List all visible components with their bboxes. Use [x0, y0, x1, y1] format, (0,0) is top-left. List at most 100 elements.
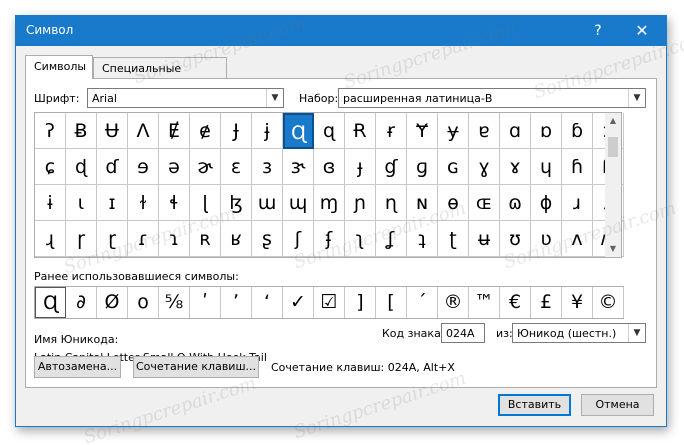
- symbol-cell[interactable]: ʈ: [438, 221, 469, 257]
- symbol-cell[interactable]: ɏ: [438, 113, 469, 149]
- symbol-cell[interactable]: ɴ: [407, 185, 438, 221]
- symbol-cell[interactable]: ɯ: [252, 185, 283, 221]
- symbol-cell[interactable]: ɩ: [66, 185, 97, 221]
- recent-symbol-cell[interactable]: ⅝: [159, 287, 190, 318]
- cancel-button[interactable]: Отмена: [581, 394, 654, 416]
- symbol-cell[interactable]: ɲ: [345, 185, 376, 221]
- symbol-cell[interactable]: ʇ: [407, 221, 438, 257]
- symbol-cell[interactable]: ʆ: [376, 221, 407, 257]
- symbol-cell[interactable]: ɰ: [283, 185, 314, 221]
- font-select[interactable]: Arial ▼: [87, 88, 284, 108]
- symbol-cell[interactable]: Ɇ: [159, 113, 190, 149]
- symbol-cell[interactable]: ɓ: [562, 113, 593, 149]
- symbol-cell[interactable]: ʁ: [221, 221, 252, 257]
- symbol-cell[interactable]: ɳ: [376, 185, 407, 221]
- autocorrect-button[interactable]: Автозамена...: [34, 356, 121, 378]
- recent-symbol-cell[interactable]: ˊ: [407, 287, 438, 318]
- recent-symbol-cell[interactable]: ʼ: [221, 287, 252, 318]
- shortcut-key-button[interactable]: Сочетание клавиш...: [133, 356, 259, 378]
- symbol-cell[interactable]: Ɍ: [345, 113, 376, 149]
- symbol-cell[interactable]: ʃ: [283, 221, 314, 257]
- chevron-down-icon[interactable]: ▼: [628, 324, 645, 342]
- recent-symbol-cell[interactable]: Ɋ: [35, 287, 66, 318]
- symbol-cell[interactable]: ɋ: [314, 113, 345, 149]
- symbol-cell[interactable]: ɶ: [469, 185, 500, 221]
- symbol-cell[interactable]: ʉ: [469, 221, 500, 257]
- char-code-input[interactable]: 024A: [441, 323, 485, 343]
- recent-symbol-cell[interactable]: ☑: [314, 287, 345, 318]
- recent-symbol-cell[interactable]: ʹ: [190, 287, 221, 318]
- symbol-cell[interactable]: ɼ: [66, 221, 97, 257]
- scrollbar-thumb[interactable]: [608, 137, 618, 157]
- symbol-cell[interactable]: ɉ: [252, 113, 283, 149]
- symbol-cell[interactable]: ɹ: [562, 185, 593, 221]
- symbol-cell[interactable]: ɦ: [562, 149, 593, 185]
- recent-symbol-cell[interactable]: €: [500, 287, 531, 318]
- symbol-cell[interactable]: Ɋ: [283, 113, 314, 149]
- recent-symbol-cell[interactable]: [: [376, 287, 407, 318]
- symbol-cell[interactable]: ɤ: [500, 149, 531, 185]
- symbol-cell[interactable]: ɐ: [469, 113, 500, 149]
- recent-symbol-cell[interactable]: ʻ: [252, 287, 283, 318]
- symbol-cell[interactable]: ɢ: [438, 149, 469, 185]
- symbol-cell[interactable]: Ƀ: [66, 113, 97, 149]
- chevron-down-icon[interactable]: ▼: [628, 89, 645, 107]
- symbol-cell[interactable]: ʀ: [190, 221, 221, 257]
- symbol-cell[interactable]: ɞ: [314, 149, 345, 185]
- recent-symbol-cell[interactable]: ¥: [562, 287, 593, 318]
- recent-symbol-cell[interactable]: ™: [469, 287, 500, 318]
- recent-symbol-cell[interactable]: £: [531, 287, 562, 318]
- symbol-cell[interactable]: ɑ: [500, 113, 531, 149]
- symbol-cell[interactable]: ʅ: [345, 221, 376, 257]
- from-select[interactable]: Юникод (шестн.) ▼: [512, 323, 646, 343]
- symbol-cell[interactable]: ɟ: [345, 149, 376, 185]
- symbol-cell[interactable]: ɮ: [221, 185, 252, 221]
- help-button[interactable]: ?: [576, 16, 620, 46]
- scroll-up-icon[interactable]: ▲: [605, 113, 621, 129]
- chevron-down-icon[interactable]: ▼: [266, 89, 283, 107]
- symbol-cell[interactable]: ɕ: [35, 149, 66, 185]
- symbol-cell[interactable]: ʊ: [500, 221, 531, 257]
- symbol-cell[interactable]: ɜ: [252, 149, 283, 185]
- symbol-cell[interactable]: ɾ: [128, 221, 159, 257]
- symbol-cell[interactable]: ɠ: [376, 149, 407, 185]
- subset-select[interactable]: расширенная латиница-B ▼: [338, 88, 646, 108]
- insert-button[interactable]: Вставить: [498, 394, 571, 416]
- symbol-cell[interactable]: ɻ: [35, 221, 66, 257]
- symbol-cell[interactable]: ɍ: [376, 113, 407, 149]
- symbol-cell[interactable]: Ʌ: [128, 113, 159, 149]
- symbol-cell[interactable]: ɫ: [128, 185, 159, 221]
- symbol-cell[interactable]: ɷ: [500, 185, 531, 221]
- symbol-cell[interactable]: ɭ: [190, 185, 221, 221]
- symbol-cell[interactable]: ʔ: [35, 113, 66, 149]
- symbol-cell[interactable]: Ɏ: [407, 113, 438, 149]
- symbol-cell[interactable]: ɱ: [314, 185, 345, 221]
- recent-symbol-cell[interactable]: Ø: [97, 287, 128, 318]
- symbol-cell[interactable]: ə: [159, 149, 190, 185]
- symbol-cell[interactable]: ʄ: [314, 221, 345, 257]
- tab-symbols[interactable]: Символы: [25, 55, 93, 79]
- symbol-cell[interactable]: Ʉ: [97, 113, 128, 149]
- symbol-cell[interactable]: ɖ: [66, 149, 97, 185]
- symbol-cell[interactable]: ɒ: [531, 113, 562, 149]
- recent-symbol-cell[interactable]: ∂: [66, 287, 97, 318]
- tab-special-characters[interactable]: Специальные знаки: [93, 57, 227, 88]
- recent-symbol-cell[interactable]: ®: [438, 287, 469, 318]
- symbol-cell[interactable]: ɡ: [407, 149, 438, 185]
- symbol-cell[interactable]: ɪ: [97, 185, 128, 221]
- scroll-down-icon[interactable]: ▼: [605, 241, 621, 257]
- symbol-cell[interactable]: ɚ: [190, 149, 221, 185]
- recent-symbol-cell[interactable]: ]: [345, 287, 376, 318]
- symbol-cell[interactable]: ɝ: [283, 149, 314, 185]
- symbol-cell[interactable]: ɗ: [97, 149, 128, 185]
- symbol-cell[interactable]: ɬ: [159, 185, 190, 221]
- symbol-cell[interactable]: Ɉ: [221, 113, 252, 149]
- symbol-cell[interactable]: ɿ: [159, 221, 190, 257]
- symbol-cell[interactable]: ʋ: [531, 221, 562, 257]
- symbol-cell[interactable]: ʌ: [562, 221, 593, 257]
- symbol-cell[interactable]: ɵ: [438, 185, 469, 221]
- recent-symbol-cell[interactable]: ©: [593, 287, 624, 318]
- symbol-cell[interactable]: ɥ: [531, 149, 562, 185]
- symbol-cell[interactable]: ɣ: [469, 149, 500, 185]
- symbol-cell[interactable]: ɘ: [128, 149, 159, 185]
